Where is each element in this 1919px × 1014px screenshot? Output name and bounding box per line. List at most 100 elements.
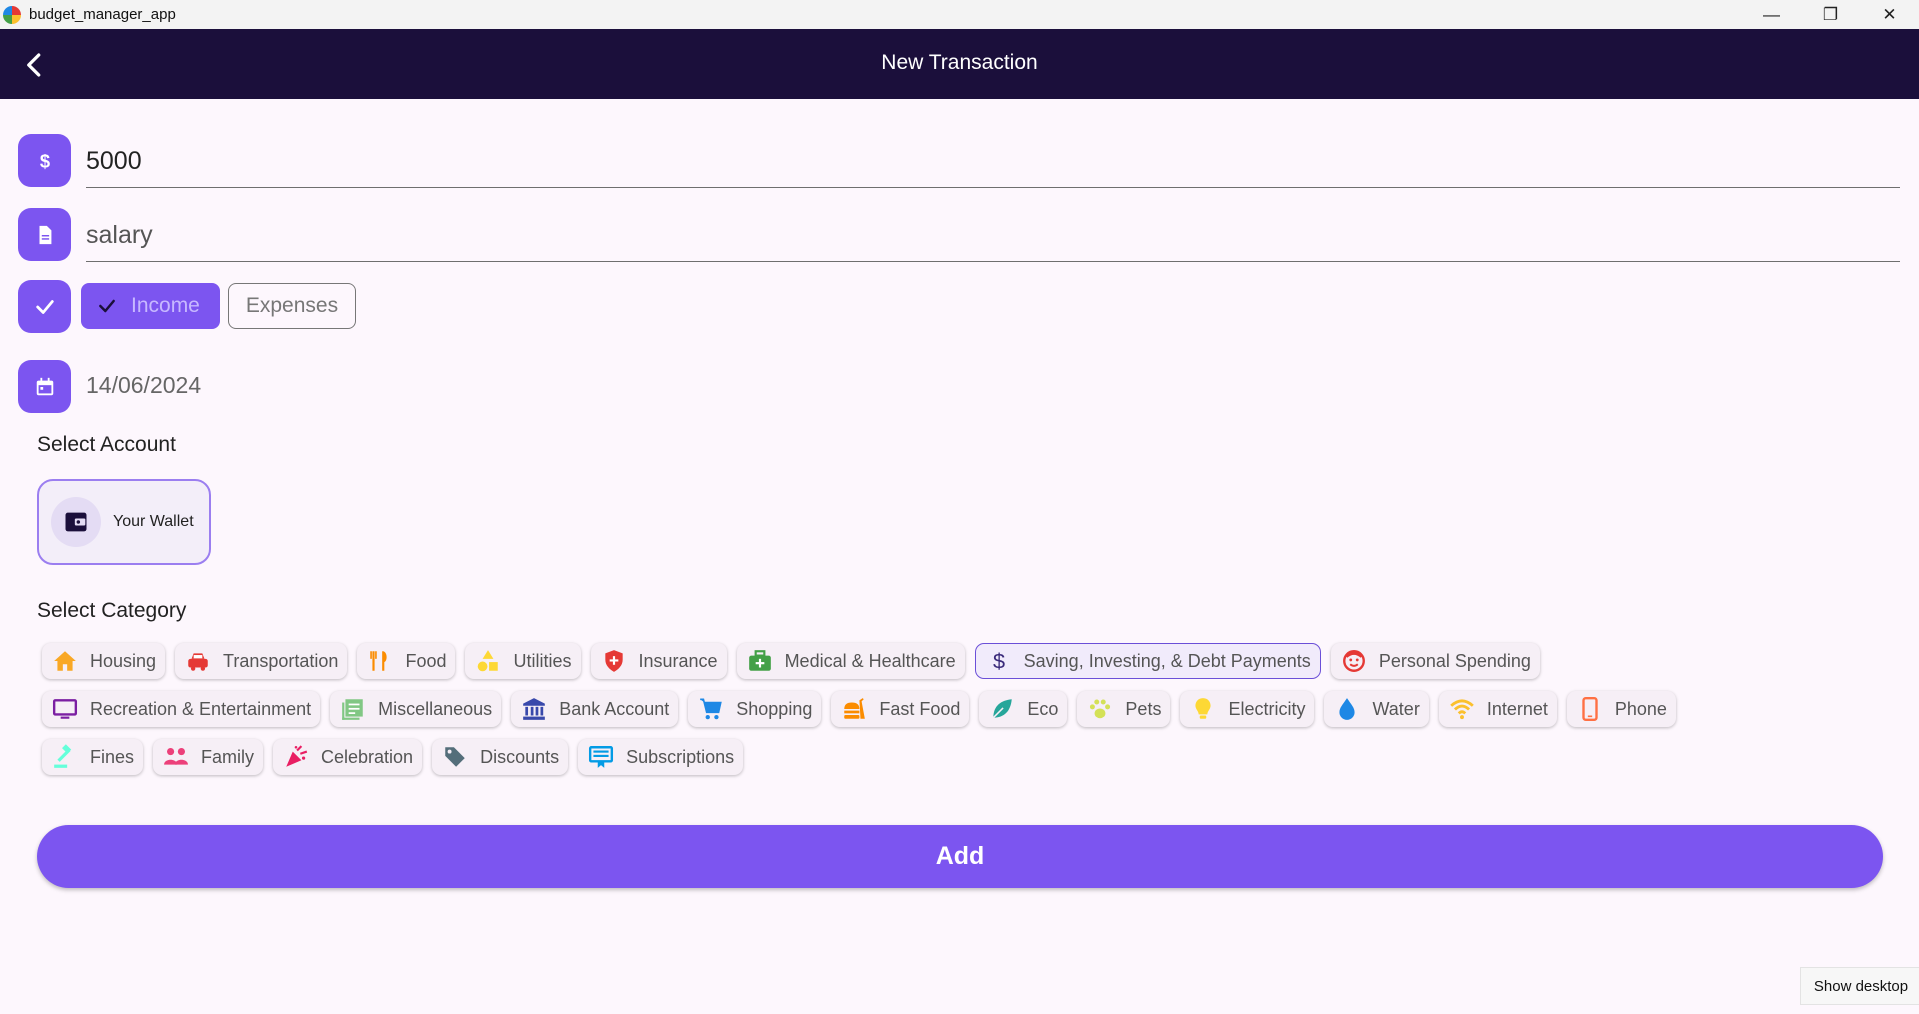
face-icon	[1342, 650, 1365, 672]
category-chip-subscriptions[interactable]: Subscriptions	[578, 739, 744, 775]
maximize-button[interactable]: ❐	[1801, 0, 1860, 29]
select-category-label: Select Category	[37, 599, 187, 622]
window-title: budget_manager_app	[29, 6, 176, 23]
category-label: Fines	[90, 746, 135, 767]
shapes-icon	[478, 650, 499, 672]
dollar-icon: $	[993, 649, 1005, 674]
list-icon	[342, 699, 363, 720]
category-label: Personal Spending	[1378, 650, 1531, 671]
category-label: Electricity	[1228, 698, 1306, 719]
category-label: Fast Food	[879, 698, 961, 719]
expenses-label: Expenses	[245, 294, 339, 317]
category-label: Phone	[1614, 698, 1667, 719]
category-chip-recreation-entertainment[interactable]: Recreation & Entertainment	[42, 691, 321, 727]
category-chip-pets[interactable]: Pets	[1077, 691, 1171, 727]
check-icon	[18, 280, 71, 333]
category-chip-insurance[interactable]: Insurance	[590, 643, 727, 679]
category-label: Eco	[1027, 698, 1059, 719]
checkmark-icon	[99, 299, 115, 313]
category-chip-miscellaneous[interactable]: Miscellaneous	[330, 691, 502, 727]
bulb-icon	[1195, 698, 1212, 719]
category-row: Fines Family Celebration Discounts Subscript…	[42, 739, 1792, 775]
category-chip-water[interactable]: Water	[1324, 691, 1429, 727]
category-chip-celebration[interactable]: Celebration	[273, 739, 423, 775]
category-chip-fines[interactable]: Fines	[42, 739, 144, 775]
category-label: Transportation	[223, 650, 339, 671]
page-title: New Transaction	[881, 51, 1038, 74]
wallet-icon	[51, 497, 101, 547]
calendar-icon[interactable]	[18, 360, 71, 413]
category-label: Food	[405, 650, 447, 671]
income-label: Income	[131, 294, 200, 317]
description-field[interactable]: salary	[86, 209, 1900, 262]
category-chips: Housing Transportation Food Utilities Insura…	[42, 643, 1792, 787]
amount-field[interactable]: 5000	[86, 135, 1900, 188]
select-account-label: Select Account	[37, 433, 176, 456]
monitor-icon	[52, 699, 78, 719]
category-label: Housing	[90, 650, 157, 671]
leaf-icon	[993, 699, 1013, 719]
document-icon	[18, 208, 71, 261]
category-label: Medical & Healthcare	[784, 650, 956, 671]
minimize-button[interactable]: —	[1742, 0, 1801, 29]
date-field[interactable]: 14/06/2024	[86, 372, 201, 399]
category-chip-medical-healthcare[interactable]: Medical & Healthcare	[736, 643, 965, 679]
category-chip-electricity[interactable]: Electricity	[1180, 691, 1315, 727]
category-chip-shopping[interactable]: Shopping	[688, 691, 822, 727]
category-label: Bank Account	[559, 698, 670, 719]
bank-icon	[523, 698, 546, 720]
category-chip-family[interactable]: Family	[153, 739, 264, 775]
category-label: Recreation & Entertainment	[90, 698, 312, 719]
category-label: Miscellaneous	[378, 698, 493, 719]
category-chip-internet[interactable]: Internet	[1438, 691, 1557, 727]
category-row: Recreation & Entertainment Miscellaneous B…	[42, 691, 1792, 727]
category-label: Utilities	[513, 650, 572, 671]
category-chip-eco[interactable]: Eco	[979, 691, 1068, 727]
category-chip-personal-spending[interactable]: Personal Spending	[1330, 643, 1540, 679]
svg-text:$: $	[39, 150, 49, 171]
category-chip-saving-investing-debt-payments[interactable]: $ Saving, Investing, & Debt Payments	[974, 643, 1321, 679]
category-chip-bank-account[interactable]: Bank Account	[511, 691, 679, 727]
category-chip-housing[interactable]: Housing	[42, 643, 166, 679]
amount-value: 5000	[86, 146, 142, 175]
svg-text:$: $	[993, 649, 1005, 674]
cart-icon	[700, 698, 723, 720]
wifi-icon	[1450, 699, 1474, 720]
drop-icon	[1339, 698, 1356, 720]
fastfood-icon	[844, 698, 866, 719]
home-icon	[54, 651, 76, 671]
medical-kit-icon	[748, 650, 771, 671]
shield-icon	[604, 650, 623, 672]
family-icon	[164, 748, 188, 765]
category-label: Water	[1372, 698, 1420, 719]
show-desktop-tooltip: Show desktop	[1800, 967, 1919, 1005]
subscriptions-icon	[589, 746, 614, 768]
add-button[interactable]: Add	[37, 825, 1883, 888]
category-label: Insurance	[638, 650, 718, 671]
close-button[interactable]: ✕	[1860, 0, 1919, 29]
gavel-icon	[54, 744, 72, 768]
account-label: Your Wallet	[113, 513, 194, 530]
category-label: Subscriptions	[626, 746, 735, 767]
app-logo-icon	[3, 5, 21, 24]
utensils-icon	[370, 651, 388, 671]
category-chip-phone[interactable]: Phone	[1566, 691, 1676, 727]
category-label: Saving, Investing, & Debt Payments	[1023, 650, 1311, 671]
account-card-wallet[interactable]: Your Wallet	[37, 479, 211, 565]
category-label: Internet	[1486, 698, 1548, 719]
description-value: salary	[86, 220, 153, 249]
category-row: Housing Transportation Food Utilities Insura…	[42, 643, 1792, 679]
category-label: Celebration	[321, 746, 414, 767]
category-chip-transportation[interactable]: Transportation	[175, 643, 348, 679]
category-chip-fast-food[interactable]: Fast Food	[831, 691, 970, 727]
category-chip-food[interactable]: Food	[357, 643, 456, 679]
category-label: Pets	[1125, 698, 1162, 719]
category-label: Discounts	[480, 746, 560, 767]
window-titlebar: budget_manager_app — ❐ ✕	[0, 0, 1919, 29]
car-icon	[188, 653, 208, 671]
expenses-toggle[interactable]: Expenses	[228, 283, 356, 329]
category-chip-discounts[interactable]: Discounts	[432, 739, 569, 775]
income-toggle[interactable]: Income	[81, 283, 220, 329]
category-chip-utilities[interactable]: Utilities	[465, 643, 581, 679]
party-icon	[286, 745, 308, 767]
